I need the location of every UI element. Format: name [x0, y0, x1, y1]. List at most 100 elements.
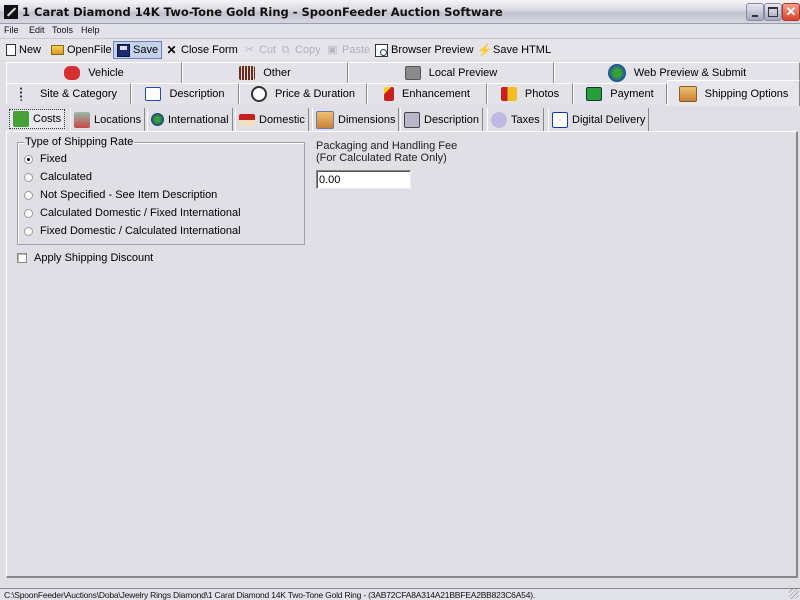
app-window: 1 Carat Diamond 14K Two-Tone Gold Ring -…	[0, 0, 800, 600]
new-document-icon	[6, 44, 16, 56]
app-logo-icon	[4, 5, 18, 19]
tab-shipping-options[interactable]: Shipping Options	[667, 80, 800, 106]
radio-button[interactable]	[24, 190, 33, 200]
subtab-label: Digital Delivery	[572, 113, 646, 126]
tab-local-preview[interactable]: Local Preview	[348, 62, 554, 83]
radio-calc-domestic-fixed-intl[interactable]: Calculated Domestic / Fixed Internationa…	[24, 207, 241, 219]
subtab-digital-delivery[interactable]: Digital Delivery	[548, 108, 650, 131]
browser-preview-label: Browser Preview	[391, 44, 474, 56]
tab-price-duration[interactable]: Price & Duration	[239, 83, 367, 104]
close-form-button[interactable]: ✕ Close Form	[162, 41, 241, 59]
subtab-label: Dimensions	[338, 113, 396, 126]
tab-site-category[interactable]: Site & Category	[6, 83, 131, 104]
handling-fee-input[interactable]	[316, 170, 411, 189]
globe-icon	[151, 113, 164, 126]
new-label: New	[19, 44, 42, 56]
subtab-label: Locations	[94, 113, 142, 126]
house-icon	[239, 113, 255, 126]
checkbox[interactable]	[17, 253, 27, 263]
menu-edit[interactable]: Edit	[29, 25, 45, 35]
tab-label: Local Preview	[428, 67, 498, 79]
tab-label: Other	[263, 67, 291, 79]
money-icon	[13, 111, 29, 127]
tab-label: Shipping Options	[704, 87, 789, 100]
radio-label: Fixed Domestic / Calculated Internationa…	[40, 225, 241, 237]
digital-delivery-icon	[552, 111, 568, 128]
cut-button[interactable]: ✂ Cut	[240, 41, 279, 59]
radio-label: Calculated	[40, 171, 92, 183]
radio-button[interactable]	[24, 154, 33, 164]
radio-label: Calculated Domestic / Fixed Internationa…	[40, 207, 241, 219]
menu-help[interactable]: Help	[81, 25, 100, 35]
copy-button[interactable]: ⧉ Copy	[276, 41, 324, 59]
title-bar: 1 Carat Diamond 14K Two-Tone Gold Ring -…	[0, 0, 800, 24]
tab-label: Vehicle	[88, 67, 124, 79]
radio-not-specified[interactable]: Not Specified - See Item Description	[24, 189, 217, 201]
new-button[interactable]: New	[3, 41, 44, 59]
subtab-label: Description	[424, 113, 480, 126]
close-icon: ✕	[785, 4, 797, 19]
radio-button[interactable]	[24, 172, 33, 182]
paste-button[interactable]: ▣ Paste	[323, 41, 373, 59]
tab-label: Price & Duration	[274, 88, 356, 100]
apply-shipping-discount-checkbox[interactable]: Apply Shipping Discount	[17, 252, 153, 264]
car-icon	[64, 66, 81, 80]
subtab-domestic[interactable]: Domestic	[235, 108, 309, 131]
radio-calculated[interactable]: Calculated	[24, 171, 92, 183]
tab-description[interactable]: Description	[131, 83, 239, 104]
magic-wand-icon	[384, 87, 395, 101]
scissors-icon: ✂	[244, 43, 255, 56]
tab-photos[interactable]: Photos	[487, 83, 573, 104]
radio-label: Not Specified - See Item Description	[40, 189, 218, 201]
handling-fee-label-line1: Packaging and Handling Fee	[316, 140, 458, 152]
save-html-icon: ⚡	[477, 42, 492, 57]
resize-grip-icon[interactable]	[789, 589, 799, 599]
tab-vehicle[interactable]: Vehicle	[6, 62, 182, 83]
subtab-dimensions[interactable]: Dimensions	[312, 108, 400, 131]
payment-card-icon	[586, 87, 603, 101]
paste-icon: ▣	[327, 43, 338, 56]
subtab-taxes[interactable]: Taxes	[487, 108, 544, 131]
radio-fixed[interactable]: Fixed	[24, 153, 67, 165]
tax-icon	[491, 111, 507, 128]
radio-button[interactable]	[24, 226, 33, 236]
tab-other[interactable]: Other	[182, 62, 348, 83]
tab-label: Site & Category	[39, 88, 118, 100]
subtab-locations[interactable]: Locations	[70, 108, 146, 131]
tab-label: Description	[169, 88, 225, 100]
browser-preview-button[interactable]: Browser Preview	[372, 41, 477, 59]
menu-tools[interactable]: Tools	[52, 25, 73, 35]
status-file-path: C:\SpoonFeeder\Auctions\Doba\Jewelry Rin…	[4, 590, 536, 600]
film-icon	[500, 87, 517, 101]
open-folder-icon	[51, 45, 64, 55]
radio-button[interactable]	[24, 208, 33, 218]
minimize-button[interactable]	[746, 3, 764, 21]
globe-icon	[607, 64, 626, 82]
menu-file[interactable]: File	[4, 25, 19, 35]
shipping-rate-group-label: Type of Shipping Rate	[24, 136, 135, 148]
subtab-costs[interactable]: Costs	[9, 109, 66, 129]
subtab-description[interactable]: Description	[400, 108, 484, 131]
clock-icon	[250, 86, 267, 102]
tab-enhancement[interactable]: Enhancement	[367, 83, 487, 104]
close-window-button[interactable]: ✕	[782, 3, 800, 21]
subtab-international[interactable]: International	[147, 108, 233, 131]
maximize-button[interactable]	[764, 3, 782, 21]
tab-payment[interactable]: Payment	[573, 83, 667, 104]
handling-fee-label: Packaging and Handling Fee (For Calculat…	[316, 140, 457, 164]
box-dimensions-icon	[316, 110, 334, 129]
save-label: Save	[133, 44, 159, 56]
menu-bar: File Edit Tools Help	[0, 24, 800, 38]
save-button[interactable]: Save	[113, 41, 163, 59]
minimize-icon	[752, 15, 758, 17]
apply-shipping-discount-label: Apply Shipping Discount	[34, 252, 154, 264]
radio-fixed-domestic-calc-intl[interactable]: Fixed Domestic / Calculated Internationa…	[24, 225, 241, 237]
subtab-label: Domestic	[259, 113, 305, 126]
shipping-subtabs: Costs Locations International Domestic D…	[0, 108, 800, 132]
open-file-label: OpenFile	[67, 44, 112, 56]
costs-panel: Type of Shipping Rate Fixed Calculated N…	[6, 131, 798, 578]
open-file-button[interactable]: OpenFile	[48, 41, 115, 59]
save-html-label: Save HTML	[493, 44, 552, 56]
save-html-button[interactable]: ⚡ Save HTML	[474, 41, 554, 59]
handling-fee-label-line2: (For Calculated Rate Only)	[316, 152, 447, 164]
